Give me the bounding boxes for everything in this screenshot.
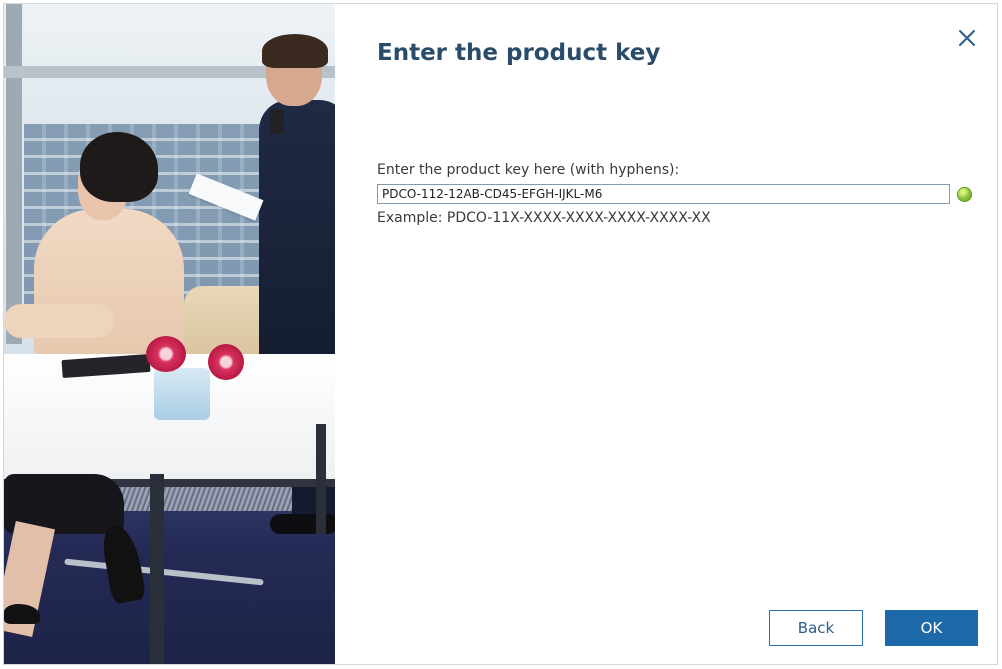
dialog-content: Enter the product key Enter the product … <box>335 4 997 664</box>
dialog-title: Enter the product key <box>377 40 661 66</box>
back-button[interactable]: Back <box>769 610 863 646</box>
check-circle-icon <box>957 187 972 202</box>
window-frame-left <box>6 4 22 344</box>
product-key-label: Enter the product key here (with hyphens… <box>377 162 680 178</box>
ok-button[interactable]: OK <box>885 610 978 646</box>
flower <box>146 336 186 372</box>
phone <box>270 110 284 134</box>
woman-arm <box>4 304 114 338</box>
product-key-dialog: Enter the product key Enter the product … <box>3 3 998 665</box>
woman-hair <box>80 132 158 202</box>
man-hair <box>262 34 328 68</box>
product-key-input[interactable] <box>377 184 950 204</box>
office-photo <box>4 4 335 664</box>
close-icon[interactable] <box>955 26 979 50</box>
desk-leg <box>316 424 326 534</box>
flower <box>208 344 244 380</box>
desk-leg <box>150 474 164 664</box>
product-key-example: Example: PDCO-11X-XXXX-XXXX-XXXX-XXXX-XX <box>377 210 711 226</box>
glass-vase <box>154 368 210 420</box>
